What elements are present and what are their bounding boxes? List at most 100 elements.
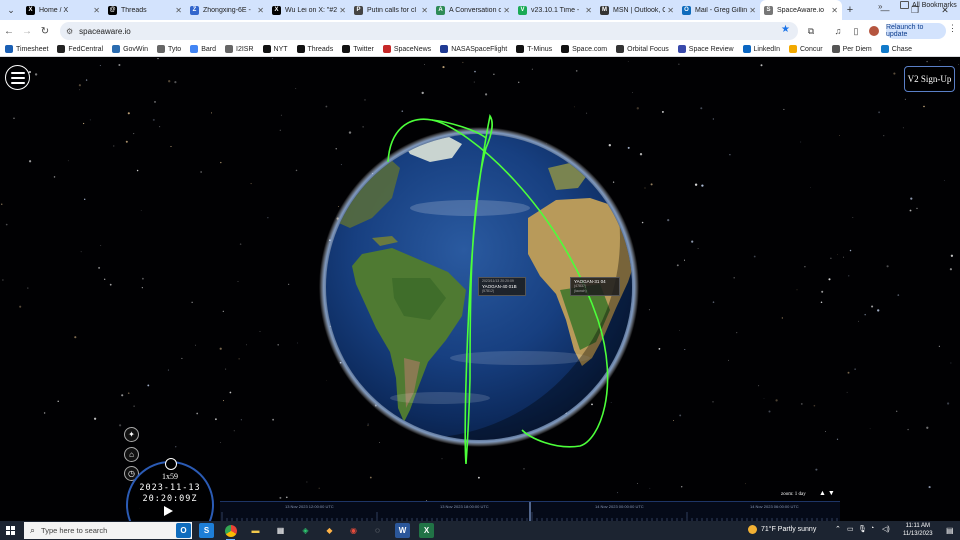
bookmark-item[interactable]: NASASpaceFlight bbox=[440, 45, 507, 53]
satellite-icon[interactable]: ✦ bbox=[124, 427, 139, 442]
wifi-icon[interactable]: ◔ bbox=[870, 525, 874, 532]
bookmark-item[interactable]: Chase bbox=[880, 45, 912, 53]
bookmark-item[interactable]: FedCentral bbox=[57, 45, 103, 53]
play-icon[interactable] bbox=[164, 506, 173, 516]
url-text[interactable]: spaceaware.io bbox=[79, 27, 131, 36]
file-explorer-icon[interactable]: ▬ bbox=[248, 523, 263, 538]
media-icon[interactable]: ♫ bbox=[830, 22, 846, 40]
tab-close-icon[interactable]: ✕ bbox=[749, 6, 756, 15]
globe-viewport[interactable]: V2 Sign-Up 2023/11/13 20:20:09 YAOGAN-40… bbox=[0, 58, 960, 521]
bookmark-favicon-icon bbox=[742, 45, 751, 53]
browser-tab[interactable]: Vv23.10.1 Time - ✕ bbox=[514, 0, 596, 20]
app-teams-icon[interactable]: ◆ bbox=[322, 523, 337, 538]
app-s-icon[interactable]: S bbox=[199, 523, 214, 538]
side-panel-icon[interactable]: ▯ bbox=[848, 22, 864, 40]
tab-close-icon[interactable]: ✕ bbox=[585, 6, 592, 15]
windows-start-icon[interactable] bbox=[0, 521, 20, 540]
microphone-icon[interactable]: 🎙 bbox=[858, 525, 867, 533]
tab-close-icon[interactable]: ✕ bbox=[257, 6, 264, 15]
bookmark-item[interactable]: Per Diem bbox=[831, 45, 872, 53]
bookmark-item[interactable]: Concur bbox=[789, 45, 823, 53]
taskbar-search-input[interactable]: ⌕ Type here to search bbox=[24, 522, 192, 539]
browser-tab[interactable]: M MSN | Outlook, C ✕ bbox=[596, 0, 678, 20]
bookmark-item[interactable]: Tyto bbox=[156, 45, 182, 53]
bookmark-item[interactable]: Twitter bbox=[342, 45, 374, 53]
hamburger-menu-button[interactable] bbox=[5, 65, 30, 90]
browser-tab[interactable]: P Putin calls for cl ✕ bbox=[350, 0, 432, 20]
browser-tab[interactable]: X Home / X ✕ bbox=[22, 0, 104, 20]
tab-close-icon[interactable]: ✕ bbox=[421, 6, 428, 15]
bookmark-item[interactable]: NYT bbox=[262, 45, 288, 53]
reload-icon[interactable]: ↻ bbox=[36, 20, 54, 42]
zoom-arrows-icon[interactable]: ▲ ▼ bbox=[819, 490, 835, 497]
browser-tab[interactable]: X Wu Lei on X: "#2 ✕ bbox=[268, 0, 350, 20]
profile-avatar[interactable] bbox=[866, 22, 882, 40]
app-red-icon[interactable]: ◉ bbox=[346, 523, 361, 538]
bookmark-star-icon[interactable]: ★ bbox=[781, 24, 790, 35]
time-dial-knob[interactable] bbox=[165, 458, 177, 470]
timeline-bar[interactable]: 13 Nov 2023 12:00:00 UTC 13 Nov 2023 18:… bbox=[220, 501, 840, 521]
bookmark-item[interactable]: Bard bbox=[190, 45, 216, 53]
bookmark-item[interactable]: SpaceNews bbox=[382, 45, 431, 53]
tab-close-icon[interactable]: ✕ bbox=[339, 6, 346, 15]
extensions-icon[interactable]: ⧉ bbox=[803, 22, 819, 40]
tab-title: Putin calls for cl bbox=[367, 6, 417, 14]
bookmark-item[interactable]: GovWin bbox=[112, 45, 148, 53]
tab-close-icon[interactable]: ✕ bbox=[93, 6, 100, 15]
network-icon[interactable]: ▭ bbox=[847, 525, 854, 533]
bookmark-item[interactable]: Timesheet bbox=[5, 45, 48, 53]
weather-widget[interactable]: 71°F Partly sunny bbox=[748, 525, 816, 534]
menu-kebab-icon[interactable]: ⋮ bbox=[948, 23, 957, 34]
browser-tab[interactable]: Z Zhongxing-6E - ✕ bbox=[186, 0, 268, 20]
browser-tab[interactable]: A A Conversation o ✕ bbox=[432, 0, 514, 20]
bookmark-item[interactable]: Threads bbox=[296, 45, 333, 53]
time-rate: 1x59 bbox=[162, 472, 178, 481]
bookmark-item[interactable]: Space Review bbox=[677, 45, 734, 53]
satellite-label-yaogan-31[interactable]: YAOGAN-31 04 (47837) (launch) bbox=[570, 277, 620, 296]
bookmark-favicon-icon bbox=[112, 45, 121, 53]
browser-tab[interactable]: O Mail - Greg Gillin ✕ bbox=[678, 0, 760, 20]
omnibox[interactable]: ⚙ spaceaware.io ★ bbox=[60, 22, 798, 40]
excel-icon[interactable]: X bbox=[419, 523, 434, 538]
satellite-label-yaogan-40[interactable]: 2023/11/13 20:20:09 YAOGAN-40 01B (57812… bbox=[478, 277, 526, 296]
tray-overflow-icon[interactable]: ⌃ bbox=[835, 525, 841, 533]
new-tab-icon[interactable]: + bbox=[842, 4, 858, 16]
tab-search-icon[interactable]: ⌄ bbox=[0, 0, 22, 20]
bookmarks-overflow-icon[interactable]: » bbox=[878, 2, 882, 11]
back-icon[interactable]: ← bbox=[0, 20, 18, 42]
outlook-icon[interactable]: O bbox=[176, 523, 191, 538]
bookmark-label: Tyto bbox=[167, 45, 182, 53]
bookmark-item[interactable]: Space.com bbox=[561, 45, 607, 53]
site-info-icon[interactable]: ⚙ bbox=[66, 27, 73, 36]
tab-close-icon[interactable]: ✕ bbox=[667, 6, 674, 15]
tab-close-icon[interactable]: ✕ bbox=[831, 6, 838, 15]
app-green-icon[interactable]: ◈ bbox=[298, 523, 313, 538]
bookmark-item[interactable]: T-Minus bbox=[516, 45, 552, 53]
bookmark-item[interactable]: I2ISR bbox=[225, 45, 254, 53]
tab-close-icon[interactable]: ✕ bbox=[503, 6, 510, 15]
tab-close-icon[interactable]: ✕ bbox=[175, 6, 182, 15]
chrome-icon[interactable] bbox=[223, 523, 238, 540]
bookmark-favicon-icon bbox=[561, 45, 570, 53]
browser-tab[interactable]: S SpaceAware.io ✕ bbox=[760, 0, 842, 20]
all-bookmarks-button[interactable]: All Bookmarks bbox=[900, 1, 957, 9]
folder-icon bbox=[900, 1, 909, 9]
app-grid-icon[interactable]: ▦ bbox=[273, 523, 288, 538]
home-icon[interactable]: ⌂ bbox=[124, 447, 139, 462]
weather-text: 71°F Partly sunny bbox=[761, 526, 817, 533]
minimize-icon[interactable]: — bbox=[870, 0, 900, 20]
browser-tab[interactable]: @ Threads ✕ bbox=[104, 0, 186, 20]
v2-signup-button[interactable]: V2 Sign-Up bbox=[904, 66, 955, 92]
forward-icon[interactable]: → bbox=[18, 20, 36, 42]
word-icon[interactable]: W bbox=[395, 523, 410, 538]
app-chat-icon[interactable]: ◌ bbox=[370, 523, 385, 538]
bookmark-item[interactable]: Orbital Focus bbox=[616, 45, 669, 53]
volume-icon[interactable]: ◁) bbox=[882, 525, 890, 533]
timeline-zoom-label: zoom: 1 day bbox=[781, 492, 806, 497]
timeline-label: 13 Nov 2023 18:00:00 UTC bbox=[440, 504, 489, 509]
notification-icon[interactable]: ▤ bbox=[946, 526, 954, 535]
system-clock[interactable]: 11:11 AM 11/13/2023 bbox=[903, 522, 933, 538]
timeline-label: 14 Nov 2023 00:00:00 UTC bbox=[595, 504, 644, 509]
relaunch-button[interactable]: Relaunch to update bbox=[886, 23, 946, 39]
bookmark-item[interactable]: LinkedIn bbox=[742, 45, 780, 53]
